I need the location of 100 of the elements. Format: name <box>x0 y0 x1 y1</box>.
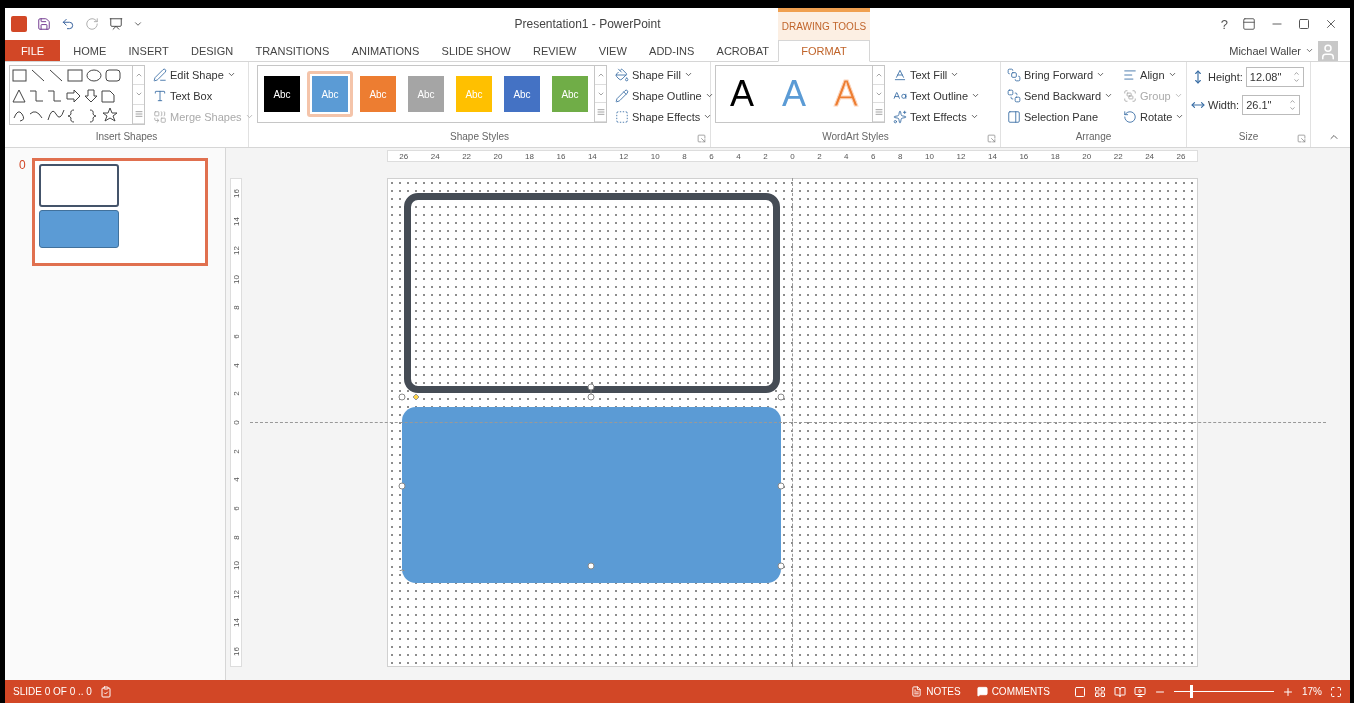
ribbon-command[interactable]: Text Outline <box>891 86 983 105</box>
more-icon <box>134 109 143 118</box>
undo-icon[interactable] <box>61 17 75 31</box>
caret-icon <box>1173 91 1183 100</box>
caret-icon <box>244 112 254 121</box>
command-icon <box>1007 88 1021 103</box>
ribbon-tab[interactable]: HOME <box>64 40 116 61</box>
slideshow-icon[interactable] <box>109 17 123 31</box>
caret-icon <box>683 70 693 79</box>
caret-icon <box>1096 70 1106 79</box>
ribbon-command[interactable]: Edit Shape <box>151 65 256 84</box>
ribbon-command[interactable]: Align <box>1121 65 1187 84</box>
command-icon <box>615 109 629 124</box>
group-label: Shape Styles <box>449 131 510 144</box>
ribbon-command[interactable]: Text Effects <box>891 107 983 126</box>
ribbon-tab[interactable]: TRANSITIONS <box>246 40 339 61</box>
caret-icon <box>950 70 960 79</box>
command-icon <box>1123 67 1138 82</box>
caret-icon <box>1305 46 1314 55</box>
command-icon <box>1123 109 1138 124</box>
ribbon-tab[interactable]: VIEW <box>589 40 636 61</box>
ribbon-tab[interactable]: ANIMATIONS <box>342 40 429 61</box>
caret-icon <box>1167 70 1177 79</box>
spin-down-icon[interactable] <box>1289 105 1297 112</box>
wordart-style-sample[interactable]: A <box>721 69 763 119</box>
user-name[interactable]: Michael Waller <box>1229 44 1301 57</box>
ribbon-command[interactable]: Selection Pane <box>1005 107 1116 126</box>
app-logo <box>11 16 27 32</box>
caret-icon <box>1104 91 1114 100</box>
caret-icon <box>703 112 713 121</box>
zoom-thumb[interactable] <box>1190 685 1193 698</box>
comment-icon <box>976 686 988 697</box>
ribbon-tab[interactable]: INSERT <box>119 40 178 61</box>
ribbon-command[interactable]: Rotate <box>1121 107 1187 126</box>
group-label: Insert Shapes <box>94 131 159 144</box>
comments-button[interactable]: COMMENTS <box>972 686 1054 697</box>
close-icon[interactable] <box>1324 17 1338 31</box>
ribbon-command[interactable]: Send Backward <box>1005 86 1116 105</box>
ribbon-command[interactable]: Text Box <box>151 86 256 105</box>
command-icon <box>1123 88 1138 103</box>
more-icon <box>874 108 883 117</box>
dialog-launcher-icon[interactable] <box>987 134 996 143</box>
ribbon-tab[interactable]: REVIEW <box>523 40 586 61</box>
caret-icon <box>969 112 979 121</box>
slideshow-icon[interactable] <box>1134 685 1146 698</box>
window-title: Presentation1 - PowerPoint <box>513 17 662 31</box>
slide-info: SLIDE 0 OF 0 .. 0 <box>13 686 92 697</box>
ribbon-command[interactable]: Shape Fill <box>613 65 716 84</box>
ribbon-tab[interactable]: FORMAT <box>778 40 870 62</box>
command-icon <box>1007 67 1021 82</box>
caret-icon <box>704 91 714 100</box>
help-button[interactable]: ? <box>1220 16 1228 32</box>
context-tab-group-label: DRAWING TOOLS <box>778 8 870 40</box>
ribbon-tab[interactable]: FILE <box>5 40 60 61</box>
save-icon[interactable] <box>37 17 51 31</box>
fit-to-window-icon[interactable] <box>1330 685 1342 698</box>
spell-check-icon[interactable] <box>99 685 112 698</box>
redo-icon[interactable] <box>85 17 99 31</box>
zoom-percent[interactable]: 17% <box>1302 686 1322 697</box>
maximize-icon[interactable] <box>1298 18 1310 30</box>
spin-down-icon[interactable] <box>1292 77 1300 84</box>
dialog-launcher-icon[interactable] <box>1297 134 1306 143</box>
ribbon-command[interactable]: Shape Effects <box>613 107 716 126</box>
size-field[interactable]: 12.08" <box>1245 67 1304 87</box>
caret-icon <box>971 91 981 100</box>
slide-number: 0 <box>19 158 26 172</box>
more-icon <box>596 108 605 117</box>
spin-up-icon[interactable] <box>1289 98 1297 105</box>
caret-icon <box>1175 112 1185 121</box>
size-field[interactable]: 26.1" <box>1242 95 1301 115</box>
group-label: Size <box>1237 131 1260 144</box>
ribbon-tab[interactable]: ACROBAT <box>707 40 778 61</box>
spin-up-icon[interactable] <box>1292 70 1300 77</box>
command-icon <box>893 67 907 82</box>
customize-toolbar-icon[interactable] <box>133 19 143 29</box>
selection-handles-drawing[interactable] <box>397 383 787 571</box>
group-label: Arrange <box>1074 131 1113 144</box>
ribbon-tab[interactable]: DESIGN <box>182 40 243 61</box>
reading-view-icon[interactable] <box>1114 685 1126 698</box>
command-icon <box>615 88 629 103</box>
group-label: WordArt Styles <box>821 131 890 144</box>
command-icon <box>615 67 629 82</box>
ribbon-display-icon[interactable] <box>1242 17 1256 31</box>
dialog-launcher-icon[interactable] <box>697 134 706 143</box>
slide-sorter-icon[interactable] <box>1094 685 1106 698</box>
command-icon <box>1007 109 1021 124</box>
caret-icon <box>226 70 236 79</box>
notes-button[interactable]: NOTES <box>907 686 965 697</box>
zoom-in-icon[interactable] <box>1282 685 1294 698</box>
field-label: Height: <box>1208 71 1243 83</box>
ribbon-tab[interactable]: ADD-INS <box>640 40 704 61</box>
vertical-ruler: 16 14 12 10 8 6 4 2 0 2 4 6 8 10 12 14 16 <box>230 178 242 667</box>
ribbon-command[interactable]: Shape Outline <box>613 86 716 105</box>
ribbon-command[interactable]: Bring Forward <box>1005 65 1116 84</box>
slide-thumbnail[interactable] <box>31 158 208 266</box>
command-icon <box>893 109 907 124</box>
normal-view-icon[interactable] <box>1074 685 1086 698</box>
ribbon-command[interactable]: Text Fill <box>891 65 983 84</box>
notes-icon <box>911 686 923 697</box>
ribbon-tab[interactable]: SLIDE SHOW <box>432 40 520 61</box>
